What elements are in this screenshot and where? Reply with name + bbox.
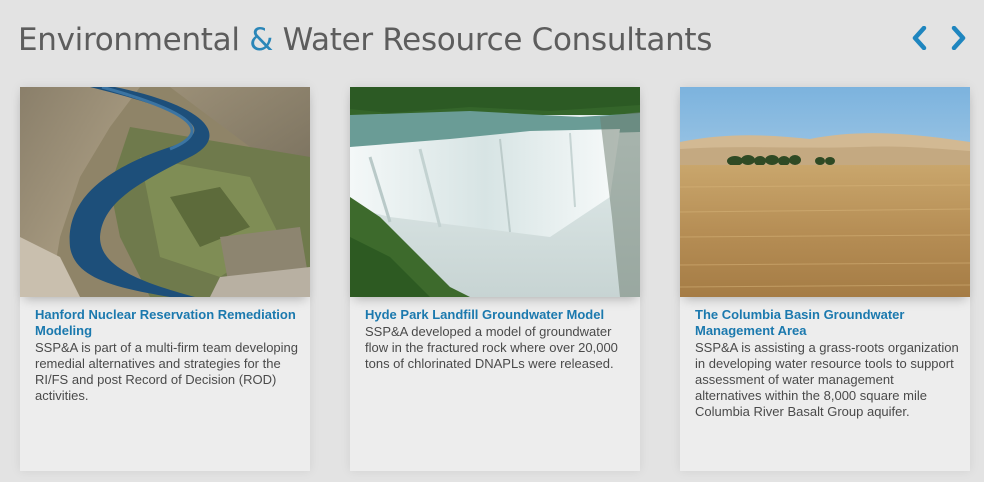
project-image-wheat-field[interactable] bbox=[680, 87, 970, 297]
carousel-prev-button[interactable] bbox=[906, 20, 932, 56]
heading-ampersand: & bbox=[249, 22, 274, 58]
project-card-hanford[interactable]: Hanford Nuclear Reservation Remediation … bbox=[20, 87, 310, 471]
project-image-waterfall[interactable] bbox=[350, 87, 640, 297]
project-title[interactable]: Hyde Park Landfill Groundwater Model bbox=[365, 307, 629, 323]
project-title[interactable]: Hanford Nuclear Reservation Remediation … bbox=[35, 307, 299, 339]
heading-part-1: Environmental bbox=[18, 22, 250, 58]
project-description: SSP&A developed a model of groundwater f… bbox=[365, 324, 618, 371]
project-card-hyde-park[interactable]: Hyde Park Landfill Groundwater Model SSP… bbox=[350, 87, 640, 471]
waterfall-image bbox=[350, 87, 640, 297]
chevron-right-icon bbox=[951, 26, 966, 50]
project-description: SSP&A is assisting a grass-roots organiz… bbox=[695, 340, 959, 419]
project-title[interactable]: The Columbia Basin Groundwater Managemen… bbox=[695, 307, 959, 339]
heading-part-2: Water Resource Consultants bbox=[273, 22, 713, 58]
chevron-left-icon bbox=[912, 26, 927, 50]
carousel-next-button[interactable] bbox=[946, 20, 972, 56]
project-description: SSP&A is part of a multi-firm team devel… bbox=[35, 340, 299, 403]
project-image-river[interactable] bbox=[20, 87, 310, 297]
project-card-columbia-basin[interactable]: The Columbia Basin Groundwater Managemen… bbox=[680, 87, 970, 471]
section-heading: Environmental & Water Resource Consultan… bbox=[18, 22, 712, 58]
wheat-field-image bbox=[680, 87, 970, 297]
river-valley-image bbox=[20, 87, 310, 297]
